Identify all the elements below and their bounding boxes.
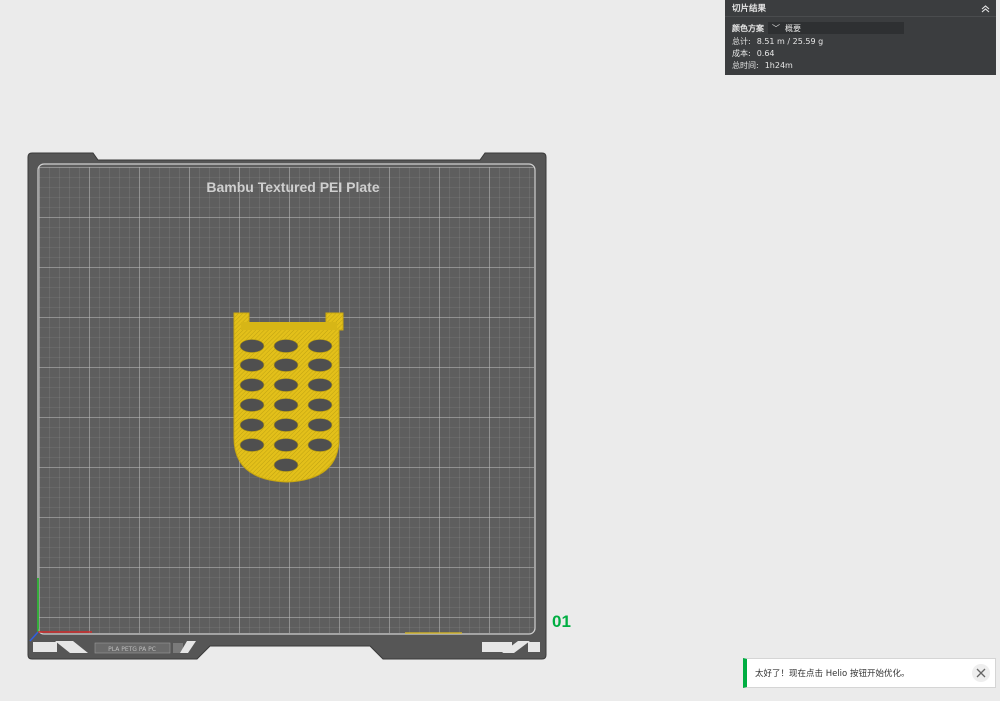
plate-sticker: PLA PETG PA PC: [108, 646, 156, 653]
notification-toast: 太好了！现在点击 Helio 按钮开始优化。: [743, 658, 996, 688]
toast-message: 太好了！现在点击 Helio 按钮开始优化。: [755, 669, 910, 679]
total-value: 8.51 m / 25.59 g: [756, 36, 824, 46]
total-label: 总计:: [732, 36, 751, 46]
color-scheme-value: 概要: [785, 23, 801, 33]
close-icon[interactable]: [972, 664, 990, 682]
3d-viewport[interactable]: Bambu Textured PEI Plate PLA PETG PA PC: [0, 0, 1000, 697]
build-plate-scene[interactable]: Bambu Textured PEI Plate PLA PETG PA PC: [0, 0, 1000, 697]
slice-result-title: 切片结果: [732, 4, 767, 14]
color-scheme-label: 颜色方案: [732, 23, 764, 33]
chevron-down-icon: ﹀: [772, 23, 780, 33]
color-scheme-select[interactable]: ﹀ 概要: [768, 22, 904, 34]
cost-label: 成本:: [732, 48, 751, 58]
sliced-model[interactable]: [233, 312, 344, 483]
cost-value: 0.64: [756, 48, 775, 58]
time-value: 1h24m: [764, 60, 793, 70]
collapse-icon[interactable]: [980, 3, 990, 13]
time-label: 总时间:: [732, 60, 759, 70]
slice-result-header: 切片结果: [725, 0, 996, 17]
slice-result-panel: 切片结果 颜色方案 ﹀ 概要 总计: 8.51 m / 25.59 g 成本: …: [725, 0, 996, 75]
plate-number: 01: [552, 612, 571, 631]
plate-name: Bambu Textured PEI Plate: [206, 179, 379, 195]
